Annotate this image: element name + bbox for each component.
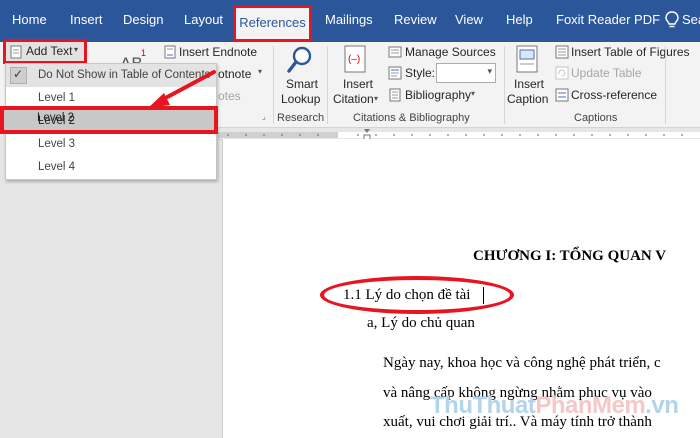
word-window: Home Insert Design Layout References Mai… (0, 0, 700, 438)
insert-citation-label-2[interactable]: Citation (333, 92, 374, 106)
group-separator (504, 46, 505, 124)
menu-item-level-4[interactable]: Level 4 (6, 156, 216, 179)
watermark-part: .vn (645, 392, 679, 419)
style-icon (388, 66, 402, 80)
add-text-label: Add Text (26, 44, 73, 58)
citation-style-select[interactable]: ▾ (436, 63, 496, 83)
chapter-title: CHƯƠNG I: TỔNG QUAN V (473, 248, 667, 264)
menu-item-label: Level 3 (38, 138, 76, 150)
insert-citation-label-1[interactable]: Insert (343, 77, 373, 91)
smart-lookup-icon (287, 46, 312, 73)
show-notes-button[interactable]: otes (218, 89, 241, 103)
insert-endnote-button[interactable]: Insert Endnote (179, 45, 257, 59)
add-text-dropdown-arrow: ▾ (74, 45, 79, 54)
insert-citation-dropdown-arrow[interactable]: ▾ (374, 94, 378, 103)
tab-foxit-reader-pdf[interactable]: Foxit Reader PDF (556, 12, 660, 27)
menu-item-level-3[interactable]: Level 3 (6, 133, 216, 156)
manage-sources-icon (388, 46, 402, 58)
style-label: Style: (405, 66, 436, 80)
insert-endnote-icon (164, 45, 176, 59)
add-text-button[interactable]: Add Text ▾ (3, 39, 87, 64)
bibliography-button[interactable]: Bibliography (405, 88, 471, 102)
tab-view[interactable]: View (455, 12, 483, 27)
insert-citation-icon: (–) (344, 45, 366, 73)
next-footnote-dropdown-arrow[interactable]: ▾ (258, 67, 262, 76)
cross-reference-button[interactable]: Cross-reference (571, 88, 657, 102)
group-separator (665, 46, 666, 124)
tab-help[interactable]: Help (506, 12, 533, 27)
menu-item-label: Level 1 (38, 92, 76, 104)
watermark-part: ThuThuat (430, 392, 536, 419)
menu-item-label: Level 4 (38, 161, 76, 173)
update-table-icon (555, 66, 569, 80)
smart-lookup-label-1[interactable]: Smart (286, 77, 318, 91)
watermark-part: PhanMem (535, 392, 646, 419)
insert-caption-label-1[interactable]: Insert (514, 77, 544, 91)
manage-sources-button[interactable]: Manage Sources (405, 45, 496, 59)
checkmark-icon: ✓ (13, 67, 24, 81)
watermark-logo: ThuThuatPhanMem.vn (430, 392, 679, 420)
insert-caption-icon (516, 45, 538, 73)
footnote-superscript-icon: 1 (141, 48, 147, 58)
tab-layout[interactable]: Layout (184, 12, 223, 27)
svg-text:(–): (–) (348, 54, 360, 65)
insert-table-of-figures-icon (555, 45, 569, 59)
next-footnote-button[interactable]: otnote (218, 67, 251, 81)
tab-design[interactable]: Design (123, 12, 163, 27)
bibliography-dropdown-arrow[interactable]: ▾ (471, 89, 475, 98)
subheading-a: a, Lý do chủ quan (367, 315, 475, 331)
citations-bibliography-group-label: Citations & Bibliography (353, 112, 470, 124)
annotation-oval (320, 276, 514, 314)
research-group-label: Research (277, 112, 325, 124)
update-table-button[interactable]: Update Table (571, 66, 642, 80)
chevron-down-icon: ▾ (487, 66, 492, 76)
tab-review[interactable]: Review (394, 12, 437, 27)
tell-me-search[interactable]: Sea (682, 12, 700, 27)
lightbulb-icon (665, 11, 679, 28)
group-separator (327, 46, 328, 124)
paragraph-line: Ngày nay, khoa học và công nghệ phát tri… (383, 355, 661, 371)
ribbon-tab-bar: Home Insert Design Layout References Mai… (0, 0, 700, 42)
annotation-arrow (148, 70, 216, 108)
group-separator (273, 46, 274, 124)
menu-item-label: Level 2 (38, 115, 76, 127)
footnotes-dialog-launcher[interactable]: ⌟ (262, 112, 266, 121)
captions-group-label: Captions (574, 112, 618, 124)
tab-home[interactable]: Home (12, 12, 47, 27)
tab-mailings[interactable]: Mailings (325, 12, 373, 27)
insert-caption-label-2[interactable]: Caption (507, 92, 548, 106)
tab-insert[interactable]: Insert (70, 12, 103, 27)
cross-reference-icon (555, 88, 569, 102)
insert-table-of-figures-button[interactable]: Insert Table of Figures (571, 45, 690, 59)
tab-references[interactable]: References (233, 5, 312, 42)
bibliography-icon (389, 88, 401, 102)
add-text-icon (10, 45, 22, 59)
smart-lookup-label-2[interactable]: Lookup (281, 92, 320, 106)
